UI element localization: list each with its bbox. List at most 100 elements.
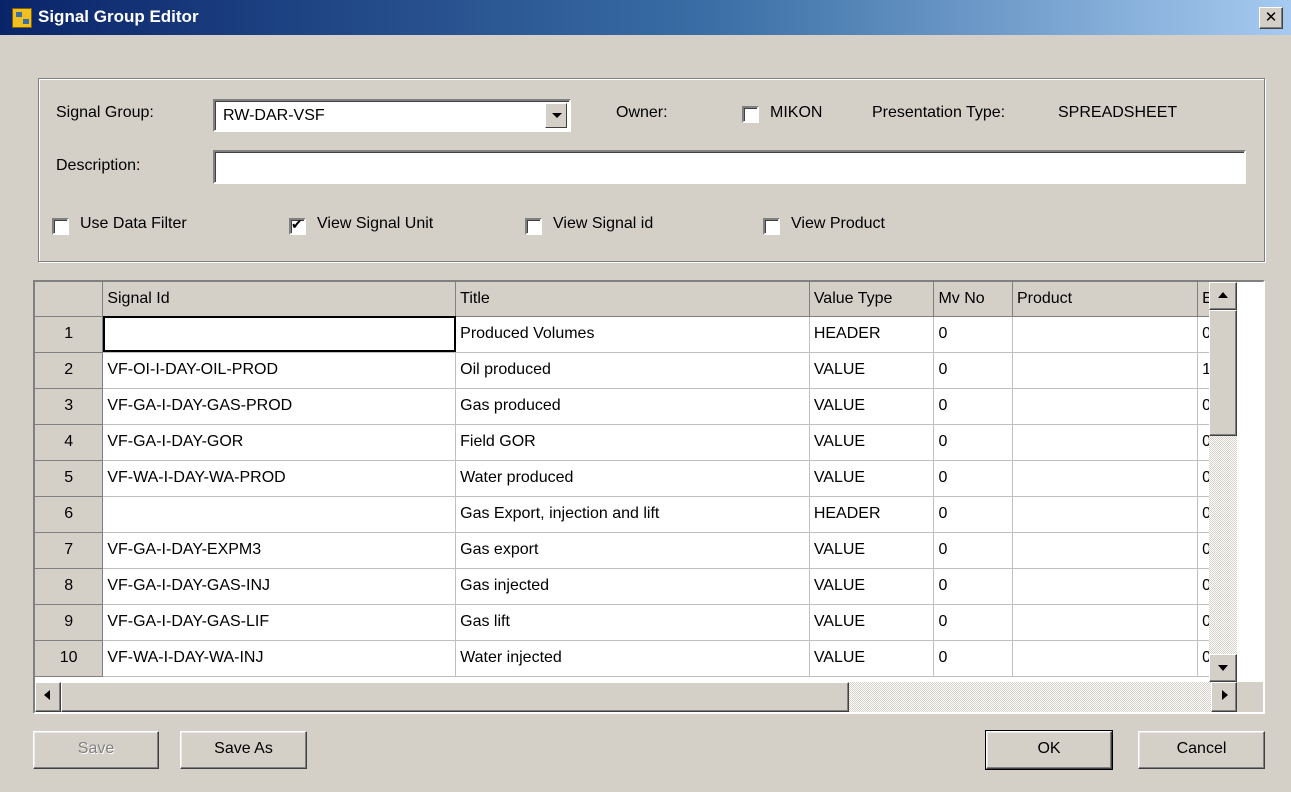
value-type-cell[interactable]: VALUE — [809, 568, 935, 605]
title-cell[interactable]: Gas Export, injection and lift — [455, 496, 810, 533]
signal-id-cell[interactable] — [102, 316, 457, 353]
value-type-cell[interactable]: HEADER — [809, 316, 935, 353]
ok-button[interactable]: OK — [985, 730, 1113, 770]
row-number[interactable]: 5 — [35, 460, 104, 497]
vertical-scrollbar[interactable] — [1209, 282, 1237, 682]
cancel-button[interactable]: Cancel — [1138, 731, 1265, 769]
chevron-down-icon[interactable] — [545, 103, 567, 128]
mv-no-cell[interactable]: 0 — [933, 640, 1013, 677]
mv-no-cell[interactable]: 0 — [933, 568, 1013, 605]
table-row[interactable]: 1 Produced Volumes HEADER 0 0 — [35, 316, 1237, 353]
title-cell[interactable]: Gas produced — [455, 388, 810, 425]
signal-group-dropdown[interactable]: RW-DAR-VSF — [213, 99, 571, 132]
signal-id-cell[interactable]: VF-WA-I-DAY-WA-PROD — [102, 460, 457, 497]
title-cell[interactable]: Gas injected — [455, 568, 810, 605]
table-row[interactable]: 4 VF-GA-I-DAY-GOR Field GOR VALUE 0 0 — [35, 424, 1237, 461]
title-cell[interactable]: Gas export — [455, 532, 810, 569]
signal-id-cell[interactable] — [102, 496, 457, 533]
value-type-cell[interactable]: VALUE — [809, 388, 935, 425]
product-cell[interactable] — [1012, 496, 1199, 533]
row-number[interactable]: 7 — [35, 532, 104, 569]
title-cell[interactable]: Gas lift — [455, 604, 810, 641]
table-row[interactable]: 7 VF-GA-I-DAY-EXPM3 Gas export VALUE 0 0 — [35, 532, 1237, 569]
mv-no-cell[interactable]: 0 — [933, 604, 1013, 641]
table-row[interactable]: 6 Gas Export, injection and lift HEADER … — [35, 496, 1237, 533]
signal-id-cell[interactable]: VF-GA-I-DAY-EXPM3 — [102, 532, 457, 569]
scroll-right-icon[interactable] — [1211, 682, 1237, 712]
mv-no-cell[interactable]: 0 — [933, 316, 1013, 353]
row-number[interactable]: 3 — [35, 388, 104, 425]
title-bar: Signal Group Editor ✕ — [0, 0, 1291, 36]
value-type-cell[interactable]: VALUE — [809, 640, 935, 677]
scroll-up-icon[interactable] — [1209, 282, 1237, 310]
column-header-mv-no[interactable]: Mv No — [933, 282, 1013, 317]
save-button[interactable]: Save — [33, 731, 159, 769]
mv-no-cell[interactable]: 0 — [933, 496, 1013, 533]
view-signal-id-checkbox[interactable] — [525, 218, 542, 235]
column-header-title[interactable]: Title — [455, 282, 810, 317]
scroll-left-icon[interactable] — [35, 682, 61, 712]
product-cell[interactable] — [1012, 352, 1199, 389]
row-number[interactable]: 6 — [35, 496, 104, 533]
table-row[interactable]: 10 VF-WA-I-DAY-WA-INJ Water injected VAL… — [35, 640, 1237, 677]
table-row[interactable]: 9 VF-GA-I-DAY-GAS-LIF Gas lift VALUE 0 0 — [35, 604, 1237, 641]
product-cell[interactable] — [1012, 532, 1199, 569]
column-header-signal-id[interactable]: Signal Id — [102, 282, 457, 317]
product-cell[interactable] — [1012, 460, 1199, 497]
product-cell[interactable] — [1012, 640, 1199, 677]
title-cell[interactable]: Water produced — [455, 460, 810, 497]
row-number[interactable]: 9 — [35, 604, 104, 641]
close-button[interactable]: ✕ — [1259, 7, 1283, 29]
table-row[interactable]: 2 VF-OI-I-DAY-OIL-PROD Oil produced VALU… — [35, 352, 1237, 389]
value-type-cell[interactable]: VALUE — [809, 460, 935, 497]
signal-id-cell[interactable]: VF-GA-I-DAY-GAS-PROD — [102, 388, 457, 425]
value-type-cell[interactable]: VALUE — [809, 604, 935, 641]
mv-no-cell[interactable]: 0 — [933, 424, 1013, 461]
mv-no-cell[interactable]: 0 — [933, 460, 1013, 497]
signal-id-cell[interactable]: VF-GA-I-DAY-GAS-LIF — [102, 604, 457, 641]
view-signal-unit-checkbox[interactable] — [289, 217, 306, 235]
column-header-product[interactable]: Product — [1012, 282, 1199, 317]
use-data-filter-checkbox[interactable] — [52, 218, 69, 235]
row-number[interactable]: 8 — [35, 568, 104, 605]
product-cell[interactable] — [1012, 388, 1199, 425]
title-cell[interactable]: Oil produced — [455, 352, 810, 389]
value-type-cell[interactable]: VALUE — [809, 352, 935, 389]
value-type-cell[interactable]: HEADER — [809, 496, 935, 533]
row-number[interactable]: 2 — [35, 352, 104, 389]
column-header-row-number[interactable] — [35, 282, 104, 317]
signal-id-cell[interactable]: VF-GA-I-DAY-GAS-INJ — [102, 568, 457, 605]
signal-id-cell[interactable]: VF-GA-I-DAY-GOR — [102, 424, 457, 461]
value-type-cell[interactable]: VALUE — [809, 532, 935, 569]
signal-id-cell[interactable]: VF-OI-I-DAY-OIL-PROD — [102, 352, 457, 389]
horizontal-scrollbar[interactable] — [35, 682, 1237, 712]
mv-no-cell[interactable]: 0 — [933, 388, 1013, 425]
value-type-cell[interactable]: VALUE — [809, 424, 935, 461]
owner-checkbox[interactable] — [742, 106, 759, 123]
product-cell[interactable] — [1012, 568, 1199, 605]
owner-label: Owner: — [616, 104, 668, 121]
horizontal-scroll-thumb[interactable] — [61, 682, 849, 712]
table-row[interactable]: 5 VF-WA-I-DAY-WA-PROD Water produced VAL… — [35, 460, 1237, 497]
column-header-value-type[interactable]: Value Type — [809, 282, 935, 317]
product-cell[interactable] — [1012, 604, 1199, 641]
mv-no-cell[interactable]: 0 — [933, 532, 1013, 569]
table-row[interactable]: 3 VF-GA-I-DAY-GAS-PROD Gas produced VALU… — [35, 388, 1237, 425]
title-cell[interactable]: Field GOR — [455, 424, 810, 461]
mv-no-cell[interactable]: 0 — [933, 352, 1013, 389]
row-number[interactable]: 10 — [35, 640, 104, 677]
row-number[interactable]: 1 — [35, 316, 104, 353]
app-icon — [12, 8, 32, 28]
row-number[interactable]: 4 — [35, 424, 104, 461]
view-product-checkbox[interactable] — [763, 218, 780, 235]
description-field[interactable] — [213, 150, 1246, 184]
signal-id-cell[interactable]: VF-WA-I-DAY-WA-INJ — [102, 640, 457, 677]
title-cell[interactable]: Water injected — [455, 640, 810, 677]
vertical-scroll-thumb[interactable] — [1209, 310, 1237, 436]
product-cell[interactable] — [1012, 316, 1199, 353]
scroll-down-icon[interactable] — [1209, 654, 1237, 682]
product-cell[interactable] — [1012, 424, 1199, 461]
table-row[interactable]: 8 VF-GA-I-DAY-GAS-INJ Gas injected VALUE… — [35, 568, 1237, 605]
save-as-button[interactable]: Save As — [180, 731, 307, 769]
title-cell[interactable]: Produced Volumes — [455, 316, 810, 353]
